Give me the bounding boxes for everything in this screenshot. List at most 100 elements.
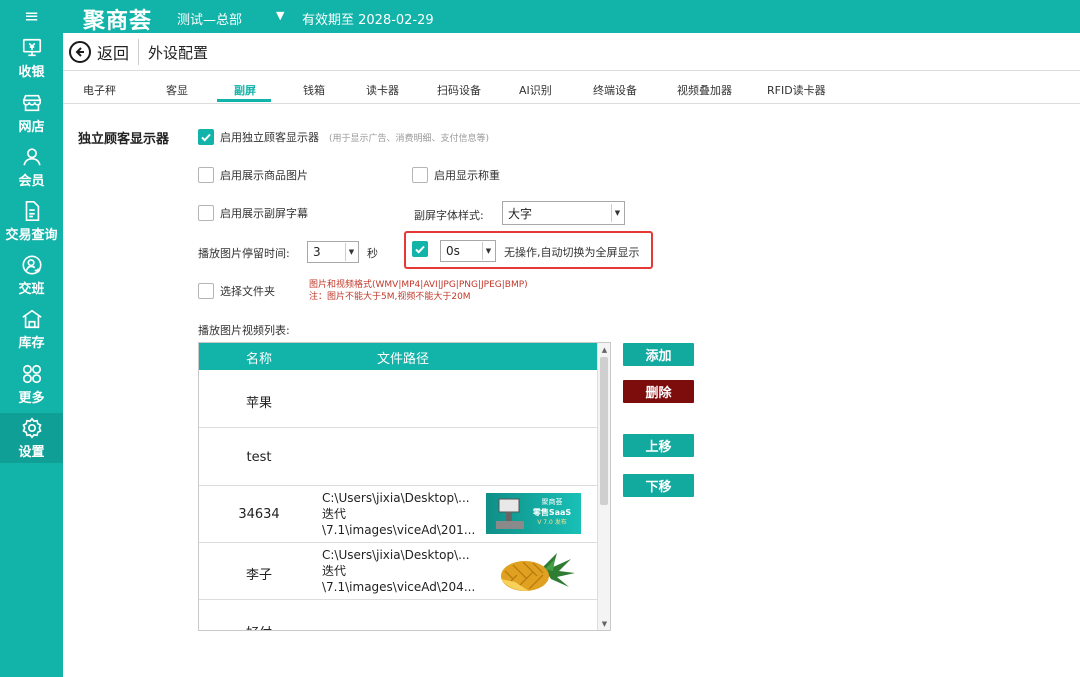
store-dropdown-icon[interactable]: ▼ [276,9,284,22]
enable-display-hint: (用于显示广告、消费明细、支付信息等) [329,133,490,144]
row-name: 苹果 [245,396,272,411]
playlist-table: 名称 文件路径 苹果 test 34634 C:\Users\jixia\Des… [198,342,611,631]
chevron-down-icon: ▼ [345,243,357,261]
path-line: 迭代 [322,564,347,578]
pineapple-thumbnail [501,553,575,591]
tab-card-reader[interactable]: 读卡器 [366,82,399,98]
more-icon [22,364,41,383]
idle-time-select[interactable]: 0s ▼ [440,240,496,262]
show-weight-label: 启用显示称重 [434,169,500,182]
show-product-image-option[interactable]: 启用展示商品图片 [198,167,308,183]
tab-scale[interactable]: 电子秤 [83,82,116,98]
back-button[interactable]: 返回 [69,40,129,64]
row-name: 34634 [238,507,280,522]
size-note: 注：图片不能大于5M,视频不能大于20M [309,292,471,302]
move-up-button[interactable]: 上移 [623,434,694,457]
path-line: 迭代 [322,507,347,521]
back-label: 返回 [97,44,130,63]
show-weight-checkbox[interactable] [412,167,428,183]
tab-scanner[interactable]: 扫码设备 [437,82,481,98]
show-subtitle-option[interactable]: 启用展示副屏字幕 [198,205,308,221]
scrollbar-thumb[interactable] [600,357,608,505]
scroll-up-icon[interactable]: ▲ [598,343,610,356]
back-arrow-icon [69,41,91,63]
table-row[interactable]: 34634 C:\Users\jixia\Desktop\... 迭代 \7.1… [199,486,597,543]
menu-icon[interactable]: ≡ [0,0,63,33]
thumb-text-release: V 7.0 发布 [537,518,566,526]
page-title: 外设配置 [148,44,209,62]
sidebar-item-transactions[interactable]: 交易查询 [0,196,63,246]
table-row[interactable]: 好付 [199,601,597,630]
tab-video-overlay[interactable]: 视频叠加器 [677,82,732,98]
thumb-text-brand: 聚商荟 [542,497,563,506]
sidebar-item-label: 库存 [18,335,45,351]
idle-fullscreen-label: 无操作,自动切换为全屏显示 [504,246,640,259]
add-button[interactable]: 添加 [623,343,694,366]
font-style-value: 大字 [508,206,533,221]
store-icon [22,94,41,111]
tab-customer-display[interactable]: 客显 [166,82,188,98]
sidebar-item-shift[interactable]: 交班 [0,250,63,300]
sidebar-item-label: 会员 [18,173,45,189]
sidebar-item-store[interactable]: 网店 [0,88,63,138]
move-down-button[interactable]: 下移 [623,474,694,497]
sidebar-item-label: 网店 [18,119,45,135]
idle-fullscreen-checkbox[interactable] [412,241,428,257]
brand-logo: 聚商荟 [83,8,153,34]
show-subtitle-label: 启用展示副屏字幕 [220,207,308,220]
format-notes: 图片和视频格式(WMV|MP4|AVI|JPG|PNG|JPEG|BMP) 注：… [309,279,528,303]
image-duration-unit: 秒 [367,247,378,260]
table-scrollbar[interactable]: ▲ ▼ [597,343,610,630]
select-folder-option[interactable]: 选择文件夹 [198,283,275,299]
thumb-text-product: 零售SaaS [532,507,572,517]
sidebar-item-more[interactable]: 更多 [0,359,63,409]
top-bar: ≡ 聚商荟 测试—总部 ▼ 有效期至 2028-02-29 [0,0,1080,34]
store-name[interactable]: 测试—总部 [177,9,242,28]
row-path: C:\Users\jixia\Desktop\... 迭代 \7.1\image… [322,490,475,538]
settings-icon [21,417,42,438]
tab-cash-drawer[interactable]: 钱箱 [303,82,325,98]
shift-icon [21,254,42,275]
header-divider [138,39,139,65]
chevron-down-icon: ▼ [611,204,623,222]
sidebar-item-label: 更多 [18,390,45,406]
scroll-down-icon[interactable]: ▼ [598,617,610,630]
path-line: C:\Users\jixia\Desktop\... [322,548,470,562]
sidebar-item-inventory[interactable]: 库存 [0,304,63,354]
tab-rfid-reader[interactable]: RFID读卡器 [767,82,826,98]
sidebar-item-settings[interactable]: 设置 [0,413,63,463]
row-name: 好付 [199,622,319,630]
image-duration-select[interactable]: 3 ▼ [307,241,359,263]
member-icon [22,147,41,165]
path-line: C:\Users\jixia\Desktop\... [322,491,470,505]
table-row[interactable]: 李子 C:\Users\jixia\Desktop\... 迭代 \7.1\im… [199,543,597,600]
enable-display-option[interactable]: 启用独立顾客显示器 (用于显示广告、消费明细、支付信息等) [198,129,489,145]
select-folder-label: 选择文件夹 [220,285,275,298]
warehouse-icon [21,309,42,328]
select-folder-checkbox[interactable] [198,283,214,299]
idle-time-value: 0s [446,244,460,258]
column-header-name: 名称 [246,352,273,367]
idle-fullscreen-option[interactable] [412,241,428,257]
expiry-date: 有效期至 2028-02-29 [302,13,434,28]
image-duration-label: 播放图片停留时间: [198,247,290,260]
table-row[interactable]: test [199,429,597,486]
show-weight-option[interactable]: 启用显示称重 [412,167,500,183]
font-style-select[interactable]: 大字 ▼ [502,201,625,225]
chevron-down-icon: ▼ [482,242,494,260]
font-style-label: 副屏字体样式: [414,209,484,222]
sidebar-item-label: 设置 [18,444,45,460]
delete-button[interactable]: 删除 [623,380,694,403]
sidebar-item-label: 收银 [18,64,45,80]
table-row[interactable]: 苹果 [199,371,597,428]
tab-terminal[interactable]: 终端设备 [593,82,637,98]
show-product-image-checkbox[interactable] [198,167,214,183]
saas-banner-thumbnail: 聚商荟 零售SaaS V 7.0 发布 [486,493,581,534]
playlist-label: 播放图片视频列表: [198,324,290,337]
sidebar-item-cashier[interactable]: 收银 [0,33,63,83]
tab-secondary-screen[interactable]: 副屏 [234,82,256,98]
enable-display-checkbox[interactable] [198,129,214,145]
show-subtitle-checkbox[interactable] [198,205,214,221]
tab-ai-recognition[interactable]: AI识别 [519,82,552,98]
sidebar-item-member[interactable]: 会员 [0,142,63,192]
